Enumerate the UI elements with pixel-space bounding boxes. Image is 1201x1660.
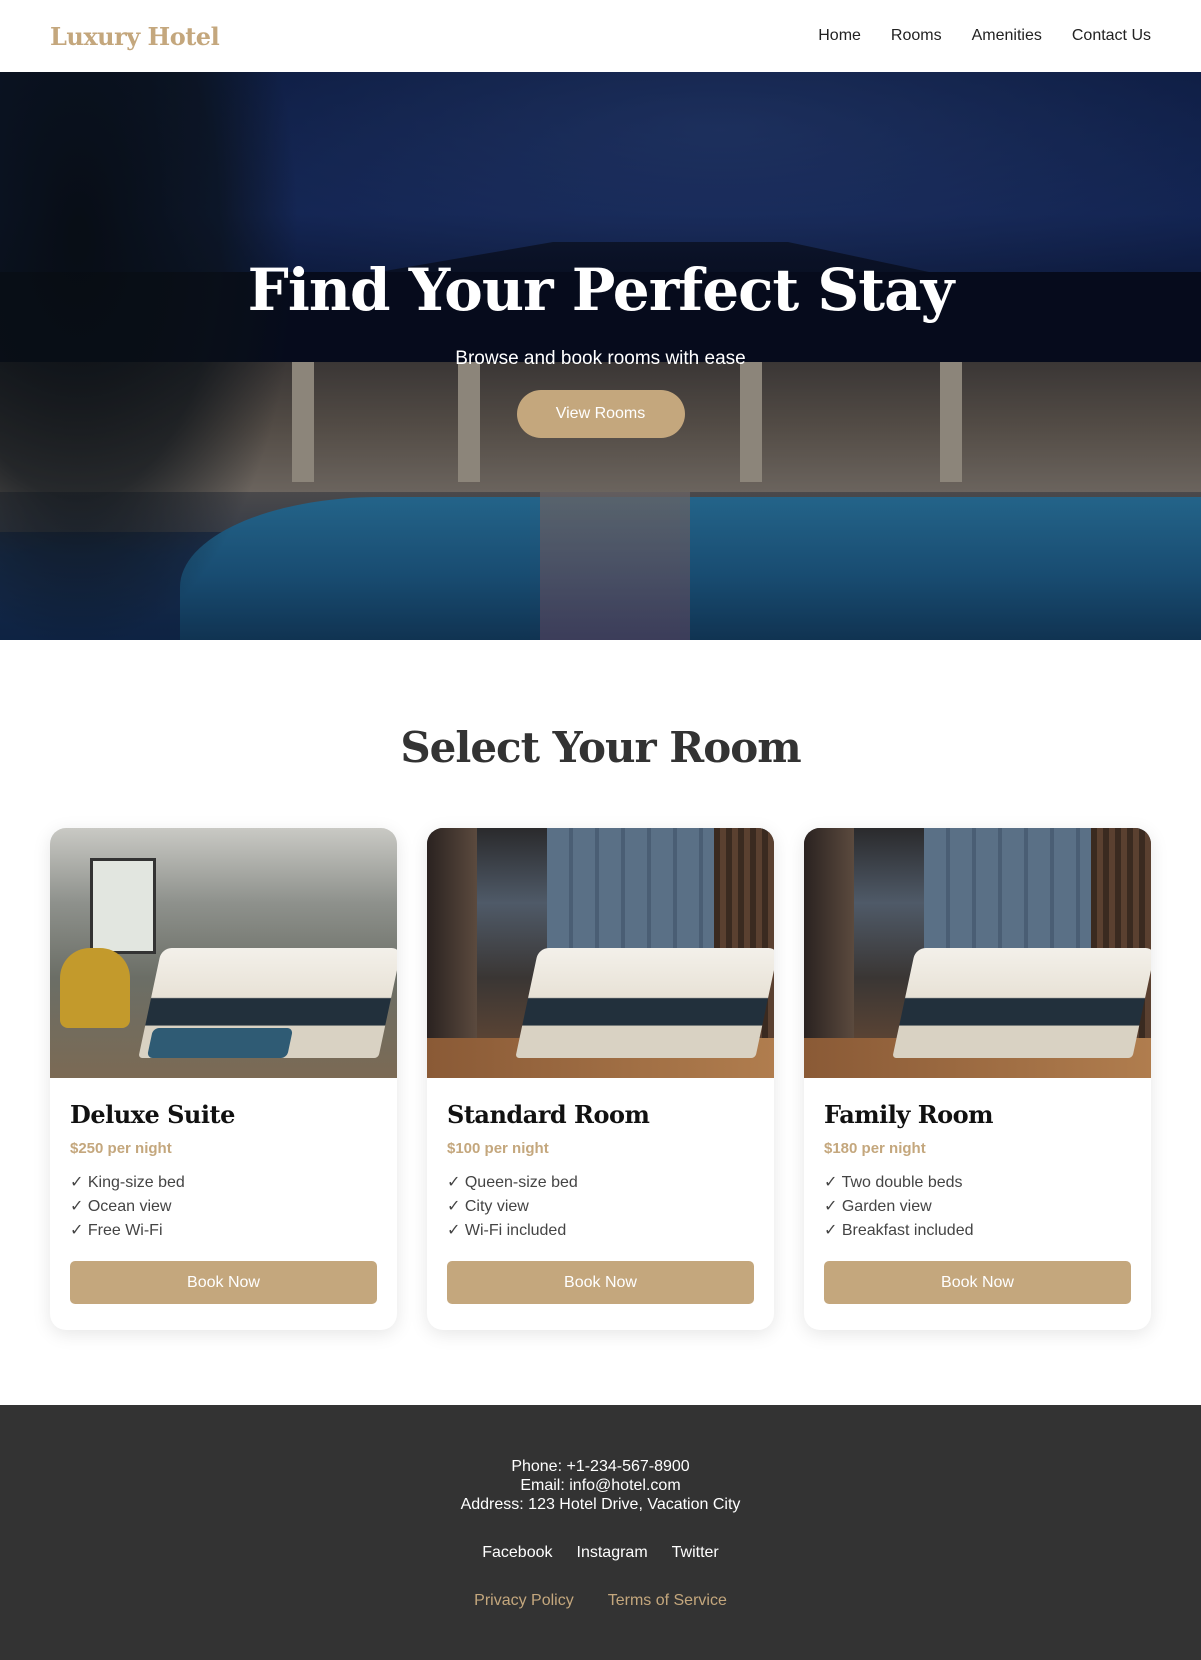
bed (892, 948, 1151, 1058)
armchair (60, 948, 130, 1028)
room-name: Family Room (824, 1100, 994, 1129)
hero-content: Find Your Perfect Stay Browse and book r… (0, 72, 1201, 640)
card-body: Family Room $180 per night ✓ Two double … (804, 1078, 1151, 1324)
room-name: Deluxe Suite (70, 1100, 235, 1129)
site-footer: Phone: +1-234-567-8900 Email: info@hotel… (0, 1405, 1201, 1660)
contact-phone: Phone: +1-234-567-8900 (511, 1458, 690, 1475)
view-rooms-button[interactable]: View Rooms (516, 390, 685, 438)
room-price: $250 per night (70, 1140, 172, 1157)
nav-rooms[interactable]: Rooms (891, 27, 942, 45)
nav-home[interactable]: Home (818, 27, 861, 45)
feature-item: ✓ Two double beds (824, 1174, 963, 1191)
room-cards: Deluxe Suite $250 per night ✓ King-size … (0, 828, 1201, 1330)
feature-item: ✓ Free Wi-Fi (70, 1222, 163, 1239)
legal-links: Privacy Policy Terms of Service (0, 1592, 1201, 1610)
book-now-button[interactable]: Book Now (824, 1261, 1131, 1304)
main-nav: Home Rooms Amenities Contact Us (818, 27, 1151, 45)
room-card-standard: Standard Room $100 per night ✓ Queen-siz… (427, 828, 774, 1330)
privacy-policy-link[interactable]: Privacy Policy (474, 1592, 574, 1610)
card-body: Standard Room $100 per night ✓ Queen-siz… (427, 1078, 774, 1324)
nav-contact[interactable]: Contact Us (1072, 27, 1151, 45)
room-features: ✓ King-size bed ✓ Ocean view ✓ Free Wi-F… (70, 1171, 377, 1243)
social-instagram-link[interactable]: Instagram (577, 1544, 648, 1562)
book-now-button[interactable]: Book Now (70, 1261, 377, 1304)
feature-item: ✓ Queen-size bed (447, 1174, 578, 1191)
contact-info: Phone: +1-234-567-8900 Email: info@hotel… (0, 1457, 1201, 1514)
feature-item: ✓ Garden view (824, 1198, 932, 1215)
terms-of-service-link[interactable]: Terms of Service (608, 1592, 727, 1610)
room-price: $100 per night (447, 1140, 549, 1157)
room-card-family: Family Room $180 per night ✓ Two double … (804, 828, 1151, 1330)
hero-banner: Find Your Perfect Stay Browse and book r… (0, 72, 1201, 640)
feature-item: ✓ Breakfast included (824, 1222, 974, 1239)
nav-amenities[interactable]: Amenities (972, 27, 1042, 45)
feature-item: ✓ Ocean view (70, 1198, 172, 1215)
feature-item: ✓ City view (447, 1198, 529, 1215)
bed (515, 948, 774, 1058)
social-links: Facebook Instagram Twitter (0, 1544, 1201, 1562)
hero-title: Find Your Perfect Stay (247, 256, 955, 324)
site-header: Luxury Hotel Home Rooms Amenities Contac… (0, 0, 1201, 72)
contact-email: Email: info@hotel.com (520, 1477, 681, 1494)
room-image-deluxe (50, 828, 397, 1078)
room-features: ✓ Two double beds ✓ Garden view ✓ Breakf… (824, 1171, 1131, 1243)
hero-subtitle: Browse and book rooms with ease (455, 348, 746, 369)
room-name: Standard Room (447, 1100, 650, 1129)
book-now-button[interactable]: Book Now (447, 1261, 754, 1304)
room-features: ✓ Queen-size bed ✓ City view ✓ Wi-Fi inc… (447, 1171, 754, 1243)
window (90, 858, 156, 954)
bench (146, 1028, 294, 1058)
room-price: $180 per night (824, 1140, 926, 1157)
social-twitter-link[interactable]: Twitter (672, 1544, 719, 1562)
site-logo[interactable]: Luxury Hotel (50, 22, 220, 51)
social-facebook-link[interactable]: Facebook (482, 1544, 552, 1562)
section-title: Select Your Room (400, 723, 801, 772)
contact-address: Address: 123 Hotel Drive, Vacation City (460, 1496, 741, 1513)
rooms-section: Select Your Room Deluxe Suite $250 per n… (0, 640, 1201, 1330)
card-body: Deluxe Suite $250 per night ✓ King-size … (50, 1078, 397, 1324)
feature-item: ✓ Wi-Fi included (447, 1222, 567, 1239)
room-image-standard (427, 828, 774, 1078)
feature-item: ✓ King-size bed (70, 1174, 185, 1191)
room-image-family (804, 828, 1151, 1078)
room-card-deluxe: Deluxe Suite $250 per night ✓ King-size … (50, 828, 397, 1330)
